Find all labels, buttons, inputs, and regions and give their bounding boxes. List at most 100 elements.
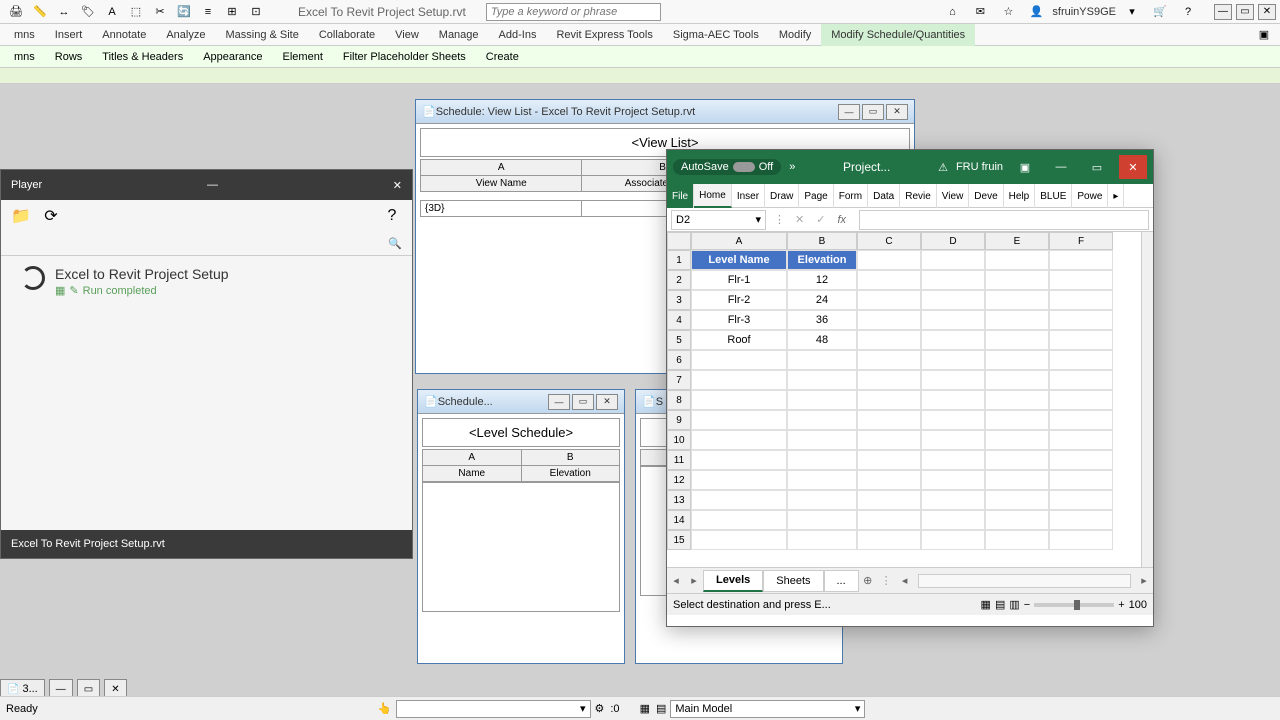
panel-toggle-icon[interactable]: ▣ bbox=[1254, 25, 1274, 45]
refresh-icon[interactable]: ⟳ bbox=[41, 206, 61, 226]
col-lelev[interactable]: Elevation bbox=[521, 466, 620, 482]
cell[interactable] bbox=[691, 430, 787, 450]
level-titlebar[interactable]: 📄 Schedule... — ▭ ✕ bbox=[418, 390, 624, 414]
user-dropdown-icon[interactable]: ▾ bbox=[1122, 2, 1142, 22]
cell[interactable]: Flr-2 bbox=[691, 290, 787, 310]
level-minimize-button[interactable]: — bbox=[548, 394, 570, 410]
cell[interactable]: 24 bbox=[787, 290, 857, 310]
workset-combo[interactable]: Main Model▾ bbox=[670, 700, 865, 718]
tab-modify-schedule[interactable]: Modify Schedule/Quantities bbox=[821, 24, 975, 46]
excel-tab-data[interactable]: Data bbox=[868, 184, 900, 208]
sheet-nav-prev-icon[interactable]: ◂ bbox=[667, 574, 685, 587]
cell[interactable] bbox=[857, 390, 921, 410]
excel-grid[interactable]: ABCDEF 123456789101112131415 Level NameE… bbox=[667, 232, 1153, 567]
excel-restore-button[interactable]: ▭ bbox=[1083, 155, 1111, 179]
hscroll-left-icon[interactable]: ◂ bbox=[896, 574, 914, 587]
row-header-8[interactable]: 8 bbox=[667, 390, 691, 410]
quick-expand-icon[interactable]: » bbox=[789, 161, 795, 173]
cell[interactable] bbox=[857, 350, 921, 370]
cell[interactable] bbox=[921, 370, 985, 390]
cell[interactable] bbox=[921, 270, 985, 290]
row-header-1[interactable]: 1 bbox=[667, 250, 691, 270]
col-viname[interactable]: View Name bbox=[421, 176, 582, 192]
cell[interactable] bbox=[691, 530, 787, 550]
row-header-15[interactable]: 15 bbox=[667, 530, 691, 550]
text-icon[interactable]: A bbox=[102, 2, 122, 22]
zoom-level[interactable]: 100 bbox=[1129, 599, 1147, 611]
filter-icon[interactable]: ⚙ bbox=[595, 702, 605, 715]
col-lname[interactable]: Name bbox=[423, 466, 522, 482]
excel-tab-page[interactable]: Page bbox=[799, 184, 833, 208]
view-normal-icon[interactable]: ▦ bbox=[981, 598, 991, 611]
select-all-corner[interactable] bbox=[667, 232, 691, 250]
cell[interactable] bbox=[921, 410, 985, 430]
excel-tab-powe[interactable]: Powe bbox=[1072, 184, 1108, 208]
workset-icon[interactable]: ▦ bbox=[640, 702, 650, 715]
selection-filter-combo[interactable]: ▾ bbox=[396, 700, 591, 718]
row-header-6[interactable]: 6 bbox=[667, 350, 691, 370]
section-icon[interactable]: ✂ bbox=[150, 2, 170, 22]
cancel-icon[interactable]: ✕ bbox=[795, 213, 804, 226]
view-tab-3d[interactable]: 📄 3... bbox=[0, 679, 45, 696]
zoom-out-icon[interactable]: − bbox=[1024, 599, 1030, 611]
cell[interactable] bbox=[985, 270, 1049, 290]
cell[interactable] bbox=[787, 510, 857, 530]
cell[interactable] bbox=[857, 310, 921, 330]
level-table[interactable]: A B Name Elevation bbox=[422, 449, 620, 482]
keynote-icon[interactable]: ⌂ bbox=[942, 2, 962, 22]
cell[interactable]: 12 bbox=[787, 270, 857, 290]
cell[interactable] bbox=[787, 370, 857, 390]
fx-icon[interactable]: fx bbox=[837, 214, 853, 226]
cell[interactable] bbox=[921, 350, 985, 370]
cell[interactable] bbox=[857, 490, 921, 510]
close-button[interactable]: ✕ bbox=[1258, 4, 1276, 20]
level-restore-button[interactable]: ▭ bbox=[572, 394, 594, 410]
help-icon[interactable]: ? bbox=[1178, 2, 1198, 22]
excel-tab-insert[interactable]: Inser bbox=[732, 184, 765, 208]
restore-button[interactable]: ▭ bbox=[1236, 4, 1254, 20]
cell[interactable] bbox=[787, 470, 857, 490]
col-lb[interactable]: B bbox=[521, 450, 620, 466]
row-header-12[interactable]: 12 bbox=[667, 470, 691, 490]
cell[interactable] bbox=[985, 290, 1049, 310]
col-header-d[interactable]: D bbox=[921, 232, 985, 250]
row-header-13[interactable]: 13 bbox=[667, 490, 691, 510]
panel-filter[interactable]: Filter Placeholder Sheets bbox=[333, 51, 476, 63]
cell-3d[interactable]: {3D} bbox=[421, 201, 582, 217]
cell[interactable] bbox=[787, 410, 857, 430]
cell[interactable] bbox=[787, 390, 857, 410]
cell[interactable] bbox=[857, 290, 921, 310]
autosave-switch-icon[interactable] bbox=[733, 162, 755, 172]
cell[interactable] bbox=[985, 470, 1049, 490]
cell[interactable]: 36 bbox=[787, 310, 857, 330]
new-sheet-icon[interactable]: ⊕ bbox=[859, 574, 877, 587]
minimize-button[interactable]: — bbox=[1214, 4, 1232, 20]
accept-icon[interactable]: ✓ bbox=[816, 213, 825, 226]
cell[interactable] bbox=[857, 410, 921, 430]
player-titlebar[interactable]: Player — ✕ bbox=[1, 170, 412, 200]
col-header-f[interactable]: F bbox=[1049, 232, 1113, 250]
row-header-11[interactable]: 11 bbox=[667, 450, 691, 470]
folder-icon[interactable]: 📁 bbox=[11, 206, 31, 226]
excel-tab-draw[interactable]: Draw bbox=[765, 184, 799, 208]
cell[interactable]: 48 bbox=[787, 330, 857, 350]
excel-namebox[interactable]: D2▾ bbox=[671, 210, 766, 230]
tab-manage[interactable]: Manage bbox=[429, 24, 489, 46]
col-la[interactable]: A bbox=[423, 450, 522, 466]
cell[interactable] bbox=[985, 490, 1049, 510]
excel-minimize-button[interactable]: — bbox=[1047, 155, 1075, 179]
cell[interactable] bbox=[985, 310, 1049, 330]
star-icon[interactable]: ☆ bbox=[998, 2, 1018, 22]
excel-tab-blue[interactable]: BLUE bbox=[1035, 184, 1072, 208]
cell[interactable] bbox=[985, 390, 1049, 410]
cell[interactable] bbox=[1049, 510, 1113, 530]
excel-vscroll[interactable] bbox=[1141, 232, 1153, 567]
cell[interactable] bbox=[921, 330, 985, 350]
cell[interactable] bbox=[1049, 410, 1113, 430]
cell[interactable] bbox=[857, 370, 921, 390]
cell[interactable] bbox=[921, 390, 985, 410]
excel-tab-file[interactable]: File bbox=[667, 184, 694, 208]
cell[interactable] bbox=[985, 330, 1049, 350]
cell[interactable] bbox=[1049, 470, 1113, 490]
panel-titles[interactable]: Titles & Headers bbox=[92, 51, 193, 63]
